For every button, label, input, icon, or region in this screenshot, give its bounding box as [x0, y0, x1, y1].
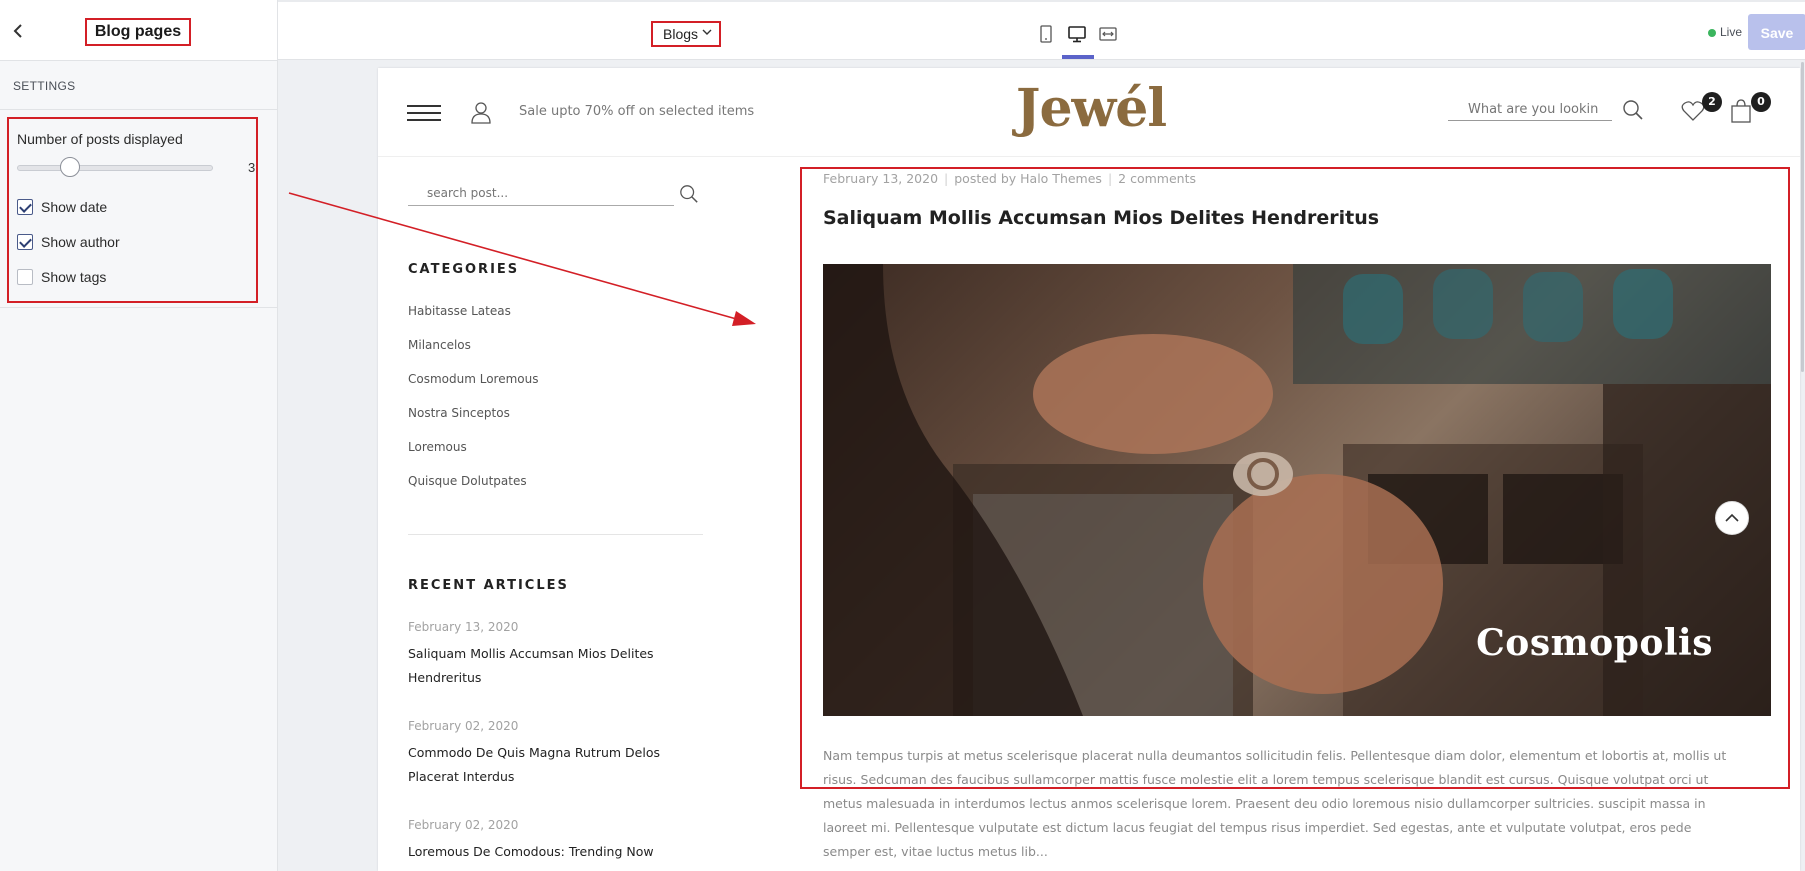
- article-author[interactable]: posted by Halo Themes: [954, 171, 1102, 186]
- article-date: February 13, 2020: [823, 171, 939, 186]
- blog-search-input[interactable]: [408, 180, 674, 206]
- mobile-view-icon[interactable]: [1036, 24, 1056, 44]
- scroll-to-top-button[interactable]: [1715, 501, 1749, 535]
- save-button[interactable]: Save: [1748, 14, 1805, 50]
- cart-count-badge: 0: [1751, 92, 1771, 112]
- posts-count-value: 3: [248, 160, 256, 175]
- search-icon[interactable]: [1622, 99, 1644, 125]
- checkbox-checked-icon[interactable]: [17, 234, 33, 250]
- live-status-dot: [1708, 29, 1716, 37]
- settings-panel-header: Blog pages: [0, 0, 277, 61]
- page-type-value: Blogs: [663, 26, 699, 42]
- category-link[interactable]: Milancelos: [408, 338, 471, 352]
- category-link[interactable]: Loremous: [408, 440, 467, 454]
- recent-article-date: February 13, 2020: [408, 620, 519, 634]
- show-date-checkbox[interactable]: Show date: [17, 198, 107, 216]
- slider-thumb[interactable]: [60, 157, 80, 177]
- image-caption: Cosmopolis: [1476, 622, 1713, 664]
- recent-articles-heading: RECENT ARTICLES: [408, 578, 569, 593]
- article-meta: February 13, 2020 | posted by Halo Themes |…: [823, 171, 1196, 186]
- scrollbar-thumb[interactable]: [1801, 62, 1804, 372]
- categories-heading: CATEGORIES: [408, 262, 520, 277]
- store-preview: Sale upto 70% off on selected items Jewé…: [378, 68, 1800, 871]
- desktop-view-icon[interactable]: [1067, 24, 1087, 44]
- category-link[interactable]: Habitasse Lateas: [408, 304, 511, 318]
- category-link[interactable]: Cosmodum Loremous: [408, 372, 539, 386]
- checkbox-checked-icon[interactable]: [17, 199, 33, 215]
- category-link[interactable]: Nostra Sinceptos: [408, 406, 510, 420]
- store-logo[interactable]: Jewél: [1006, 78, 1176, 139]
- article-image[interactable]: Cosmopolis: [823, 264, 1771, 716]
- store-header: Sale upto 70% off on selected items Jewé…: [378, 68, 1800, 157]
- article-comments[interactable]: 2 comments: [1118, 171, 1196, 186]
- divider: [0, 109, 277, 110]
- checkbox-unchecked-icon[interactable]: [17, 269, 33, 285]
- chevron-left-icon[interactable]: [8, 20, 30, 42]
- show-tags-checkbox[interactable]: Show tags: [17, 268, 106, 286]
- settings-panel: Blog pages SETTINGS Number of posts disp…: [0, 0, 278, 871]
- menu-icon[interactable]: [407, 105, 441, 121]
- article-excerpt: Nam tempus turpis at metus scelerisque p…: [823, 748, 1727, 859]
- divider: [0, 307, 277, 308]
- settings-heading: SETTINGS: [13, 79, 76, 93]
- checkbox-label: Show tags: [41, 269, 107, 285]
- cart-icon[interactable]: [1730, 98, 1752, 128]
- panel-title: Blog pages: [85, 18, 191, 46]
- category-link[interactable]: Quisque Dolutpates: [408, 474, 527, 488]
- search-icon[interactable]: [679, 184, 699, 208]
- posts-count-label: Number of posts displayed: [17, 131, 183, 147]
- checkbox-label: Show author: [41, 234, 120, 250]
- posts-count-slider[interactable]: [17, 165, 213, 171]
- promo-text: Sale upto 70% off on selected items: [519, 104, 755, 119]
- divider: [408, 534, 703, 535]
- page-type-dropdown[interactable]: Blogs: [651, 21, 721, 47]
- recent-article-date: February 02, 2020: [408, 818, 519, 832]
- recent-article-link[interactable]: Commodo De Quis Magna Rutrum Delos Place…: [408, 741, 708, 789]
- fullwidth-view-icon[interactable]: [1098, 24, 1118, 44]
- live-status-label: Live: [1720, 25, 1743, 39]
- editor-toolbar: Blogs: [278, 0, 1805, 60]
- show-author-checkbox[interactable]: Show author: [17, 233, 120, 251]
- article-title[interactable]: Saliquam Mollis Accumsan Mios Delites He…: [823, 207, 1379, 229]
- recent-article-link[interactable]: Loremous De Comodous: Trending Now: [408, 840, 708, 864]
- user-icon[interactable]: [470, 100, 492, 128]
- wishlist-count-badge: 2: [1702, 92, 1722, 112]
- recent-article-link[interactable]: Saliquam Mollis Accumsan Mios Delites He…: [408, 642, 708, 690]
- active-device-indicator: [1062, 55, 1094, 59]
- store-search-input[interactable]: [1448, 99, 1612, 121]
- recent-article-date: February 02, 2020: [408, 719, 519, 733]
- chevron-down-icon: [702, 22, 712, 44]
- checkbox-label: Show date: [41, 199, 108, 215]
